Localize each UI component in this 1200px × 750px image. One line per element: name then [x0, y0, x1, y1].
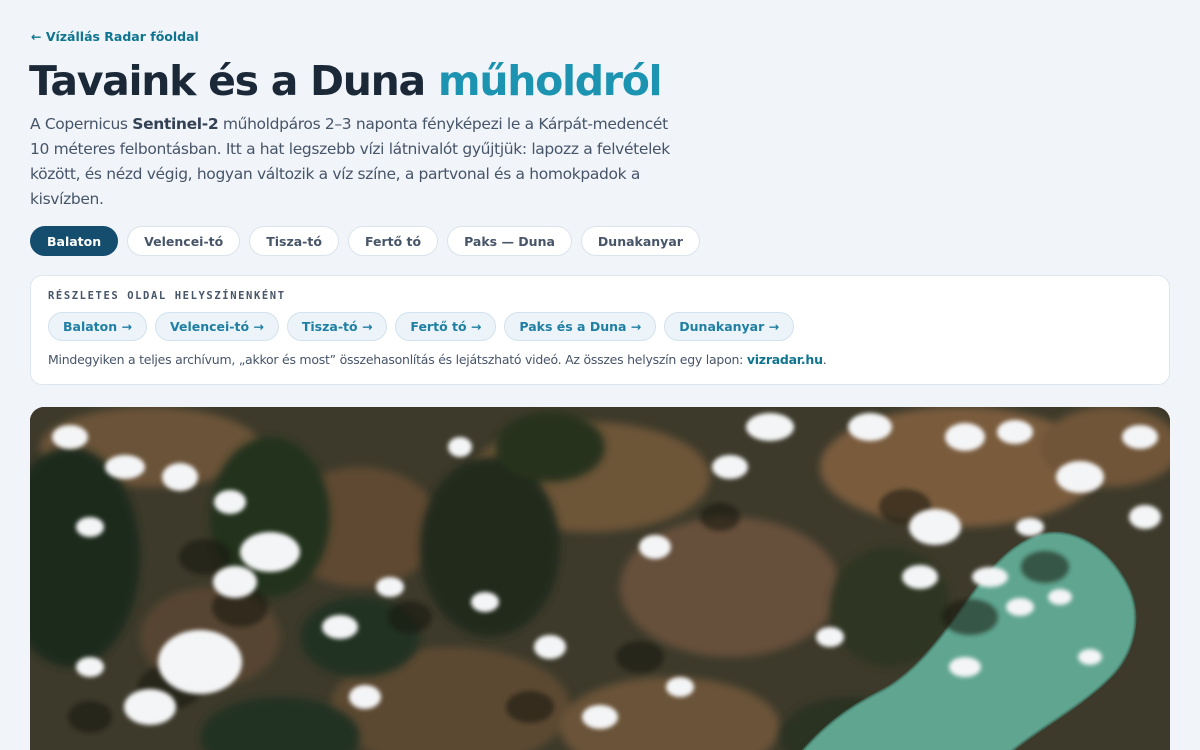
tab-dunakanyar[interactable]: Dunakanyar — [580, 226, 700, 256]
detail-link-tisza-to[interactable]: Tisza-tó → — [286, 312, 388, 341]
detail-link-velencei-to[interactable]: Velencei-tó → — [154, 312, 279, 341]
tab-tisza-to[interactable]: Tisza-tó — [249, 226, 339, 256]
page-title-accent: műholdról — [437, 57, 663, 105]
detail-link-ferto-to[interactable]: Fertő tó → — [395, 312, 497, 341]
vizradar-link[interactable]: vizradar.hu — [747, 352, 823, 367]
locations-card-heading: Részletes oldal helyszínenként — [48, 290, 286, 302]
detail-link-paks-duna[interactable]: Paks és a Duna → — [504, 312, 657, 341]
satellite-image-balaton[interactable] — [30, 407, 1170, 750]
detail-link-balaton[interactable]: Balaton → — [48, 312, 147, 341]
tab-paks-duna[interactable]: Paks — Duna — [447, 226, 572, 256]
page-title: Tavaink és a Duna műholdról — [29, 54, 663, 108]
card-note-text: Mindegyiken a teljes archívum, „akkor és… — [48, 352, 747, 367]
location-tabs: Balaton Velencei-tó Tisza-tó Fertő tó Pa… — [30, 226, 700, 256]
intro-part1: A Copernicus — [30, 115, 133, 133]
locations-card-note: Mindegyiken a teljes archívum, „akkor és… — [48, 352, 827, 367]
locations-card: Részletes oldal helyszínenként Balaton →… — [30, 275, 1170, 385]
tab-velencei-to[interactable]: Velencei-tó — [127, 226, 241, 256]
page-title-main: Tavaink és a Duna — [29, 57, 438, 105]
location-detail-links: Balaton → Velencei-tó → Tisza-tó → Fertő… — [48, 312, 795, 341]
page: ← Vízállás Radar főoldal Tavaink és a Du… — [0, 0, 1200, 750]
tab-ferto-to[interactable]: Fertő tó — [347, 226, 439, 256]
satellite-image-graphic — [30, 407, 1170, 750]
intro-paragraph: A Copernicus Sentinel-2 műholdpáros 2–3 … — [30, 112, 680, 212]
detail-link-dunakanyar[interactable]: Dunakanyar → — [664, 312, 795, 341]
card-note-end: . — [822, 352, 827, 367]
tab-balaton[interactable]: Balaton — [30, 226, 119, 256]
back-link-home[interactable]: ← Vízállás Radar főoldal — [31, 29, 199, 44]
intro-satellite-name: Sentinel-2 — [132, 115, 219, 133]
